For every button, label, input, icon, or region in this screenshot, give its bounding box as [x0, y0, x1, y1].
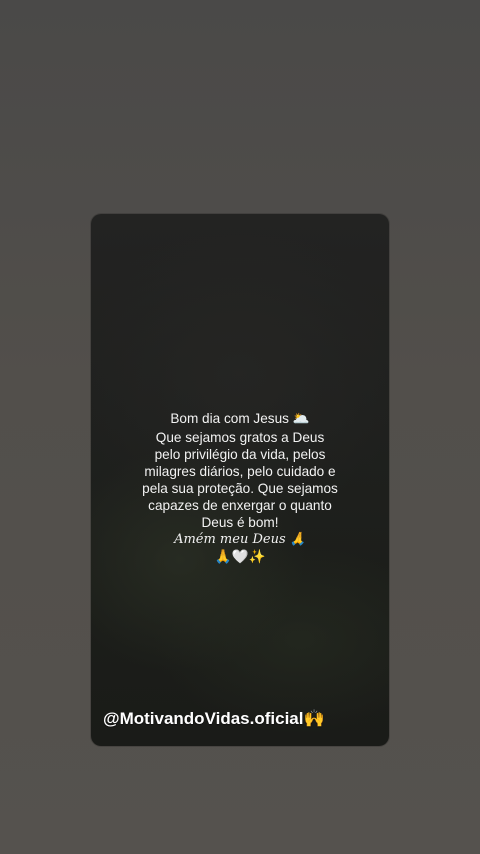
message-line: milagres diários, pelo cuidado e	[144, 464, 336, 479]
message-line: pelo privilégio da vida, pelos	[154, 447, 326, 462]
story-card[interactable]: Bom dia com Jesus 🌥️ Que sejamos gratos …	[91, 214, 389, 746]
message-line: Que sejamos gratos a Deus	[155, 430, 325, 445]
amen-text: Amém meu Deus 🙏	[174, 532, 306, 547]
message-line: capazes de enxergar o quanto	[148, 498, 332, 513]
emoji-line: 🙏🤍✨	[214, 549, 266, 564]
account-handle[interactable]: @MotivandoVidas.oficial🙌	[103, 709, 325, 729]
story-viewer: Bom dia com Jesus 🌥️ Que sejamos gratos …	[0, 0, 480, 854]
story-message: Bom dia com Jesus 🌥️ Que sejamos gratos …	[91, 410, 389, 565]
message-line: Deus é bom!	[201, 515, 279, 530]
message-line: pela sua proteção. Que sejamos	[142, 481, 338, 496]
greeting-text: Bom dia com Jesus 🌥️	[170, 411, 310, 426]
